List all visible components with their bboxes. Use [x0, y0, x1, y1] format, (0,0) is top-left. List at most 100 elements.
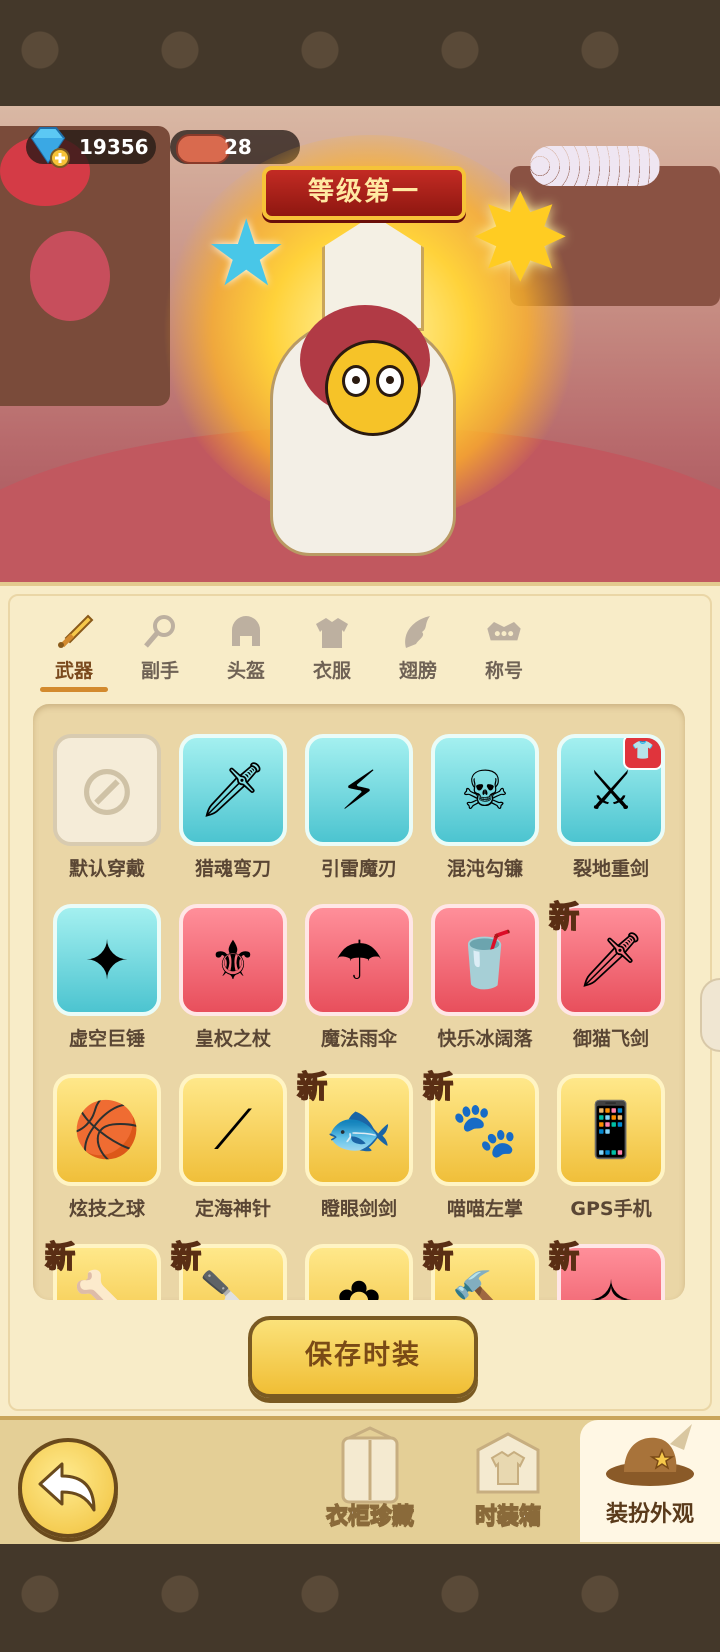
- item-icon: ⟋: [214, 1098, 252, 1161]
- fashion-box-button[interactable]: 时装箱: [458, 1426, 558, 1530]
- gem-count: 19356: [79, 135, 149, 159]
- tab-title[interactable]: 称号: [468, 614, 540, 684]
- item-name: 裂地重剑: [572, 858, 649, 880]
- costume-item[interactable]: ✿: [301, 1240, 417, 1300]
- none-icon: ⊘: [77, 749, 137, 831]
- tab-armor[interactable]: 衣服: [296, 614, 368, 684]
- costume-item[interactable]: 🗡 猎魂弯刀: [175, 730, 291, 888]
- top-frame: [0, 0, 720, 106]
- item-card[interactable]: ✦: [53, 904, 161, 1016]
- item-name: 瞪眼剑剑: [320, 1198, 397, 1220]
- item-card[interactable]: 📱: [557, 1074, 665, 1186]
- item-icon: ✿: [336, 1268, 382, 1301]
- costume-item[interactable]: ⚜ 皇权之杖: [175, 900, 291, 1058]
- gem-plus-icon: [30, 127, 70, 168]
- item-name: 虚空巨锤: [68, 1028, 145, 1050]
- item-card[interactable]: ⟋: [179, 1074, 287, 1186]
- save-costume-button[interactable]: 保存时装: [248, 1316, 478, 1398]
- item-card[interactable]: ☂: [305, 904, 413, 1016]
- fashion-box-icon: [476, 1432, 540, 1494]
- tab-label: 武器: [54, 660, 93, 682]
- costume-item[interactable]: 🔪 新: [170, 1239, 291, 1300]
- costume-item[interactable]: ⊘ 默认穿戴: [49, 730, 165, 888]
- item-icon: ☠: [460, 758, 510, 822]
- hat-icon: [606, 1424, 694, 1486]
- item-card[interactable]: 🥤: [431, 904, 539, 1016]
- tab-helmet[interactable]: 头盔: [210, 614, 282, 684]
- costume-item[interactable]: ✧ 新: [548, 1239, 669, 1300]
- title-icon: [487, 622, 521, 641]
- costume-item[interactable]: 📱 GPS手机: [553, 1070, 669, 1228]
- gem-counter[interactable]: 19356: [26, 127, 156, 168]
- item-icon: 🗡: [198, 758, 268, 821]
- wardrobe-label: 衣柜珍藏: [325, 1503, 414, 1529]
- item-name: 喵喵左掌: [446, 1198, 523, 1220]
- costume-item[interactable]: 🗡 御猫飞剑新: [548, 899, 669, 1058]
- new-badge: 新: [296, 1069, 328, 1106]
- item-icon: ✦: [84, 928, 130, 992]
- item-icon: 📱: [577, 1098, 645, 1161]
- costume-item[interactable]: 🦴 新: [44, 1239, 165, 1300]
- wing-icon: [405, 616, 430, 648]
- tab-offhand[interactable]: 副手: [124, 614, 196, 684]
- costume-item[interactable]: 🐾 喵喵左掌新: [422, 1069, 543, 1228]
- costume-item[interactable]: ☂ 魔法雨伞: [301, 900, 417, 1058]
- costume-item[interactable]: 🏀 炫技之球: [49, 1070, 165, 1228]
- costume-item[interactable]: ✦ 虚空巨锤: [49, 900, 165, 1058]
- item-card[interactable]: 🗡: [179, 734, 287, 846]
- tab-label: 翅膀: [398, 660, 437, 682]
- back-button[interactable]: [18, 1438, 118, 1538]
- new-badge: 新: [548, 1239, 580, 1276]
- scene-egg: [30, 231, 110, 321]
- costume-item[interactable]: ⚡ 引雷魔刃: [301, 730, 417, 888]
- tab-label: 头盔: [226, 660, 265, 682]
- category-tabs: 武器 副手 头盔 衣服 翅膀 称号: [38, 614, 558, 692]
- item-card[interactable]: ✿: [305, 1244, 413, 1300]
- costume-item[interactable]: 🔨 新: [422, 1239, 543, 1300]
- side-scroll-handle[interactable]: [700, 978, 720, 1052]
- tab-label: 副手: [140, 660, 179, 682]
- item-card[interactable]: ⚜: [179, 904, 287, 1016]
- costume-item[interactable]: 🥤 快乐冰阔落: [427, 900, 543, 1058]
- costume-item[interactable]: ⚔ 👕 裂地重剑: [553, 730, 669, 888]
- item-icon: 🥤: [451, 928, 519, 991]
- item-name: 魔法雨伞: [320, 1028, 397, 1050]
- hero-face: [325, 340, 421, 436]
- armor-icon: [316, 618, 348, 648]
- costume-panel: 武器 副手 头盔 衣服 翅膀 称号 ⊘ 默认穿戴 🗡 猎魂弯刀 ⚡ 引雷魔刃 ☠…: [0, 582, 720, 1419]
- meat-count: 28: [224, 135, 252, 159]
- new-badge: 新: [170, 1239, 202, 1276]
- equipped-shirt-icon: 👕: [623, 738, 661, 770]
- item-card[interactable]: ⚔ 👕: [557, 734, 665, 846]
- item-name: 快乐冰阔落: [437, 1028, 533, 1050]
- item-icon: ⚜: [208, 928, 258, 992]
- wardrobe-button[interactable]: 衣柜珍藏: [318, 1426, 422, 1530]
- tab-weapon[interactable]: 武器: [38, 614, 110, 692]
- tab-wings[interactable]: 翅膀: [382, 614, 454, 684]
- hero-eye: [376, 365, 404, 397]
- item-icon: ⚡: [340, 758, 378, 822]
- item-card[interactable]: ☠: [431, 734, 539, 846]
- costume-item[interactable]: 🐟 瞪眼剑剑新: [296, 1069, 417, 1228]
- costume-item[interactable]: ☠ 混沌勾镰: [427, 730, 543, 888]
- item-name: 炫技之球: [68, 1198, 145, 1220]
- offhand-icon: [144, 615, 175, 648]
- dress-up-label: 装扮外观: [605, 1502, 694, 1527]
- item-card[interactable]: 🏀: [53, 1074, 161, 1186]
- hero-eye: [342, 365, 370, 397]
- new-badge: 新: [44, 1239, 76, 1276]
- rank-banner: 等级第一: [262, 166, 466, 220]
- new-badge: 新: [548, 899, 580, 936]
- item-grid[interactable]: ⊘ 默认穿戴 🗡 猎魂弯刀 ⚡ 引雷魔刃 ☠ 混沌勾镰 ⚔ 👕 裂地重剑 ✦ 虚空巨锤 ⚜ 皇权之杖 ☂ 魔法雨…: [33, 704, 685, 1300]
- item-name: 御猫飞剑: [572, 1028, 649, 1050]
- item-name: 皇权之杖: [194, 1028, 271, 1050]
- bottom-frame: [0, 1544, 720, 1652]
- tab-label: 称号: [484, 660, 523, 682]
- item-card[interactable]: ⊘: [53, 734, 161, 846]
- costume-item[interactable]: ⟋ 定海神针: [175, 1070, 291, 1228]
- item-card[interactable]: ⚡: [305, 734, 413, 846]
- new-badge: 新: [422, 1069, 454, 1106]
- dress-up-button[interactable]: 装扮外观: [580, 1420, 720, 1542]
- flame-sword-icon: ✸: [470, 170, 571, 309]
- item-icon: 🏀: [73, 1098, 141, 1161]
